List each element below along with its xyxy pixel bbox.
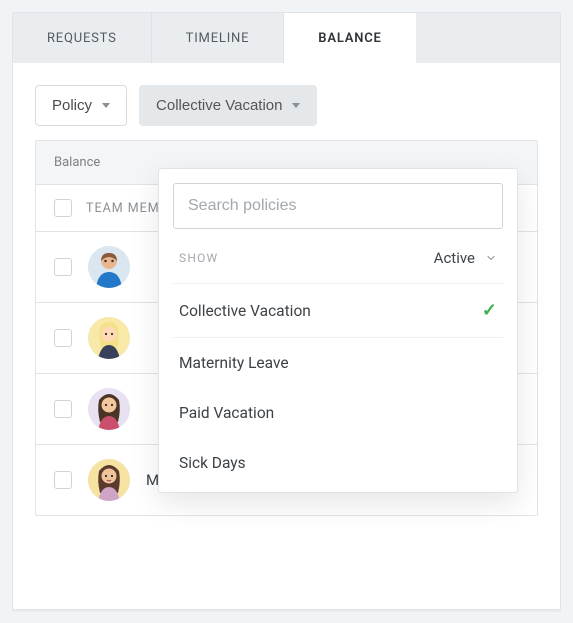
policy-option-label: Sick Days (179, 454, 246, 472)
show-filter-row: SHOW Active (173, 229, 503, 284)
policy-filter-popover: SHOW Active Collective Vacation ✓ Matern… (158, 168, 518, 493)
avatar (88, 459, 130, 501)
caret-down-icon (102, 103, 110, 108)
row-checkbox[interactable] (54, 400, 72, 418)
show-label: SHOW (179, 251, 218, 265)
tab-timeline[interactable]: TIMELINE (152, 13, 285, 63)
tab-label: REQUESTS (47, 31, 117, 46)
policy-option[interactable]: Maternity Leave (173, 338, 503, 388)
policy-option[interactable]: Collective Vacation ✓ (173, 284, 503, 338)
policy-filter-dropdown-button[interactable]: Collective Vacation (139, 85, 317, 126)
policy-filter-value: Collective Vacation (156, 97, 282, 114)
policy-dropdown-label: Policy (52, 97, 92, 114)
policy-dropdown-button[interactable]: Policy (35, 85, 127, 126)
chevron-down-icon (485, 252, 497, 264)
tab-balance[interactable]: BALANCE (284, 13, 415, 64)
row-checkbox[interactable] (54, 471, 72, 489)
table-header-label: Balance (54, 155, 100, 170)
select-all-checkbox[interactable] (54, 199, 72, 217)
show-filter-value: Active (434, 249, 475, 267)
policy-option-label: Maternity Leave (179, 354, 289, 372)
policy-option-label: Collective Vacation (179, 302, 311, 320)
policy-option[interactable]: Sick Days (173, 438, 503, 488)
row-checkbox[interactable] (54, 258, 72, 276)
check-icon: ✓ (482, 300, 497, 321)
caret-down-icon (292, 103, 300, 108)
avatar (88, 317, 130, 359)
tab-label: BALANCE (318, 31, 381, 46)
tab-requests[interactable]: REQUESTS (13, 13, 152, 63)
controls-bar: Policy Collective Vacation (13, 63, 560, 140)
tab-label: TIMELINE (186, 31, 250, 46)
avatar (88, 246, 130, 288)
show-filter-select[interactable]: Active (434, 249, 497, 267)
policy-option-label: Paid Vacation (179, 404, 274, 422)
row-checkbox[interactable] (54, 329, 72, 347)
panel-balance: REQUESTS TIMELINE BALANCE Policy Collect… (12, 12, 561, 610)
policy-option[interactable]: Paid Vacation (173, 388, 503, 438)
search-input[interactable] (173, 183, 503, 229)
tabs-bar: REQUESTS TIMELINE BALANCE (13, 13, 560, 63)
avatar (88, 388, 130, 430)
